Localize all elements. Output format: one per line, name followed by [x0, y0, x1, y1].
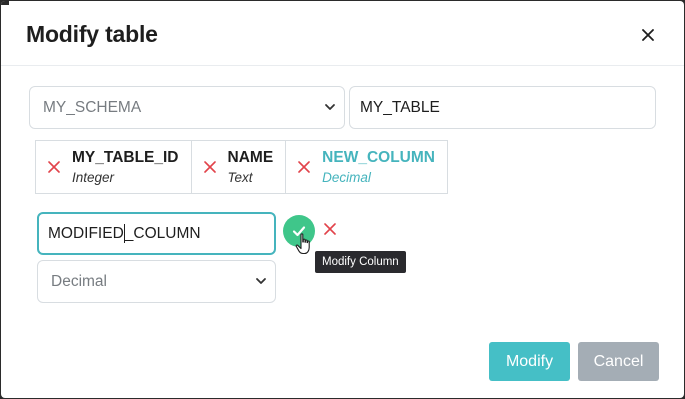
column-card[interactable]: NAME Text: [190, 140, 287, 194]
header-divider: [1, 65, 684, 66]
dialog-title: Modify table: [26, 21, 158, 47]
cancel-edit-button[interactable]: [322, 221, 338, 237]
column-name: NAME: [227, 148, 274, 166]
schema-select[interactable]: MY_SCHEMA: [29, 86, 345, 129]
chevron-down-icon: [325, 104, 335, 110]
remove-column-button[interactable]: [286, 141, 322, 193]
column-card[interactable]: MY_TABLE_ID Integer: [35, 140, 192, 194]
table-name-input[interactable]: MY_TABLE: [349, 86, 656, 129]
table-name-value: MY_TABLE: [360, 98, 440, 116]
column-name-input-text-a: MODIFIED: [48, 224, 124, 242]
column-list: MY_TABLE_ID Integer NAME Text NEW_COLUMN…: [35, 140, 448, 194]
corner-mark: [1, 1, 9, 5]
column-card-selected[interactable]: NEW_COLUMN Decimal: [285, 140, 448, 194]
chevron-down-icon: [256, 278, 266, 284]
hand-pointer-icon: [295, 233, 310, 255]
column-name-input-text-b: _COLUMN: [124, 224, 201, 242]
close-icon: [642, 29, 654, 41]
remove-x-icon: [48, 161, 60, 173]
column-type-select-value: Decimal: [51, 272, 107, 290]
remove-x-icon: [203, 161, 216, 173]
column-type: Decimal: [322, 169, 371, 185]
modify-table-dialog: Modify table MY_SCHEMA MY_TABLE MY_TABLE…: [1, 1, 684, 398]
column-type: Text: [227, 169, 253, 185]
remove-x-icon: [324, 223, 336, 235]
column-name: NEW_COLUMN: [322, 148, 435, 166]
cancel-button[interactable]: Cancel: [578, 342, 659, 381]
column-type: Integer: [72, 169, 115, 185]
remove-column-button[interactable]: [36, 141, 72, 193]
schema-select-value: MY_SCHEMA: [43, 98, 142, 116]
column-name-input[interactable]: MODIFIED _COLUMN: [37, 212, 276, 255]
remove-x-icon: [298, 161, 310, 173]
modify-button[interactable]: Modify: [489, 342, 570, 381]
tooltip: Modify Column: [315, 251, 406, 273]
column-type-select[interactable]: Decimal: [37, 260, 276, 303]
close-button[interactable]: [638, 25, 658, 45]
remove-column-button[interactable]: [192, 141, 228, 193]
column-name: MY_TABLE_ID: [72, 148, 179, 166]
